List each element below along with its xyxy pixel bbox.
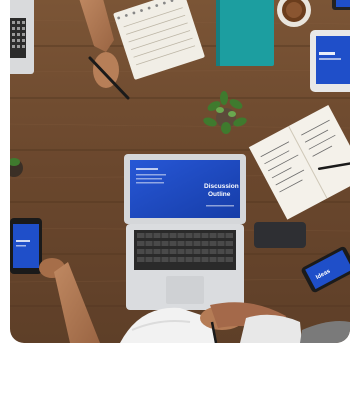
photo-card: Discussion Outline Ideas <box>10 0 350 343</box>
tablet-right <box>310 30 350 92</box>
laptop-trackpad <box>166 276 204 304</box>
desk-photo: Discussion Outline Ideas <box>10 0 350 343</box>
laptop-center: Discussion Outline <box>124 154 246 310</box>
teal-notebook <box>216 0 274 66</box>
tablet-left <box>10 218 42 274</box>
laptop-screen-heading-2: Outline <box>208 191 231 198</box>
laptop-screen-heading-1: Discussion <box>204 183 239 190</box>
dark-phone <box>254 222 306 248</box>
laptop-top-left <box>10 0 34 74</box>
